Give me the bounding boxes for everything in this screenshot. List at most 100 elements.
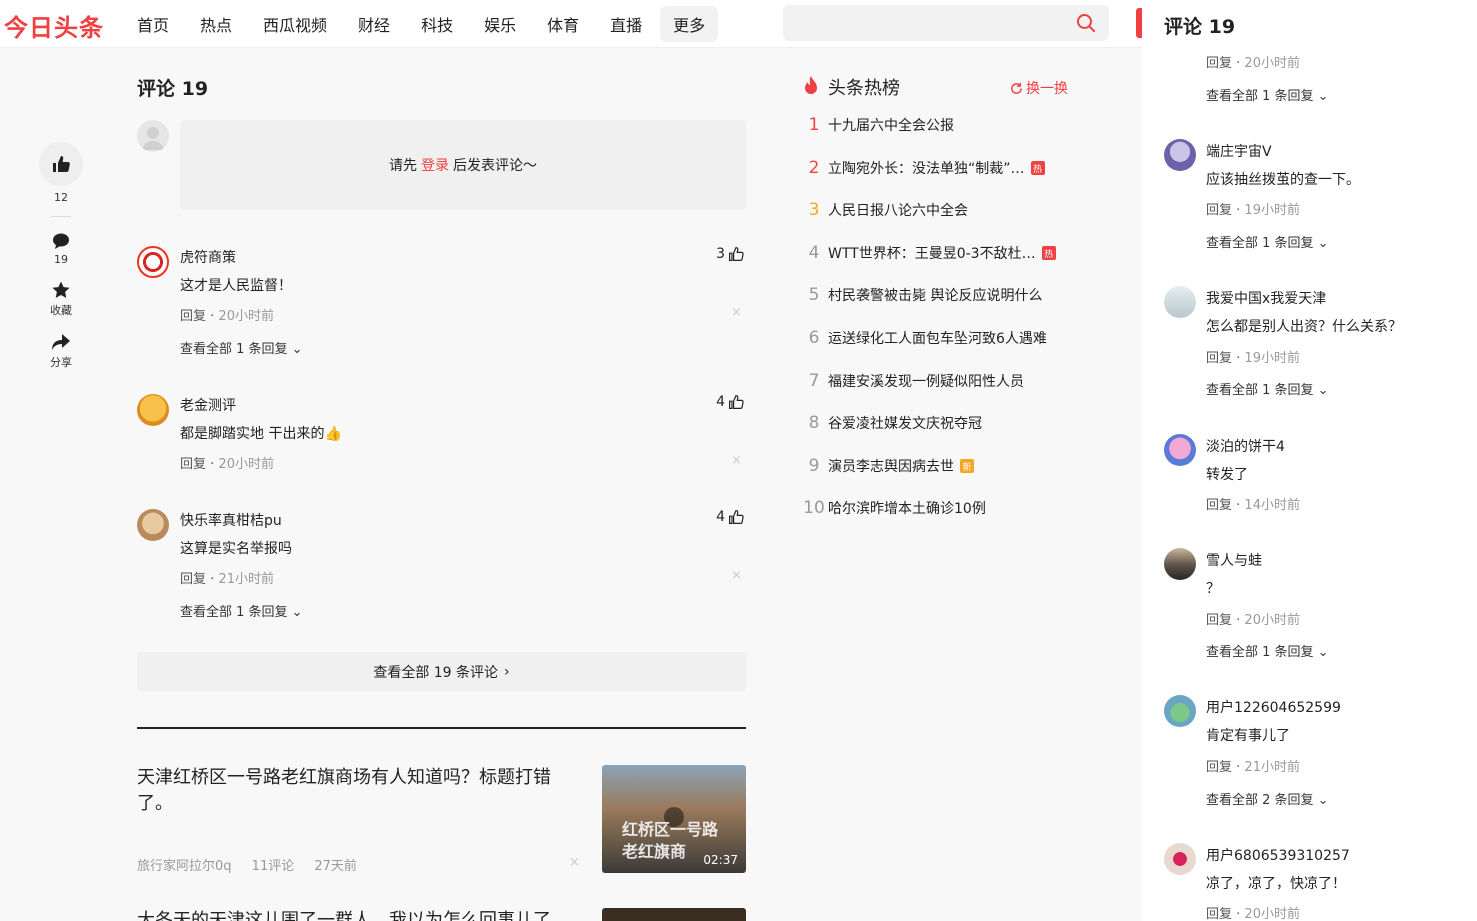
- comment-like-count: 3: [716, 246, 725, 262]
- favorite-button[interactable]: 收藏: [38, 280, 84, 318]
- feed-title[interactable]: 大冬天的天津这儿围了一群人，我以为怎么回事儿了: [137, 908, 567, 921]
- comment-author[interactable]: 老金测评: [180, 395, 236, 415]
- dismiss-icon[interactable]: ×: [731, 568, 742, 583]
- reply-button[interactable]: 回复: [1206, 498, 1232, 513]
- hot-text[interactable]: 哈尔滨昨增本土确诊10例: [828, 498, 986, 518]
- avatar[interactable]: [137, 394, 169, 426]
- chevron-down-icon: ⌄: [1313, 645, 1329, 660]
- reply-button[interactable]: 回复: [1206, 613, 1232, 628]
- reply-button[interactable]: 回复: [1206, 907, 1232, 921]
- hot-text[interactable]: 人民日报八论六中全会: [828, 200, 968, 220]
- refresh-button[interactable]: 换一换: [1010, 78, 1068, 98]
- hot-list-item[interactable]: 10 哈尔滨昨增本土确诊10例: [800, 496, 1070, 520]
- reply-button[interactable]: 回复: [1206, 203, 1232, 218]
- view-replies-button[interactable]: 查看全部 2 条回复 ⌄: [1206, 789, 1329, 808]
- hot-text[interactable]: 演员李志舆因病去世: [828, 456, 954, 476]
- nav-entertainment[interactable]: 娱乐: [471, 6, 529, 42]
- nav-hot[interactable]: 热点: [187, 6, 245, 42]
- dismiss-icon[interactable]: ×: [569, 855, 580, 870]
- hot-text[interactable]: 十九届六中全会公报: [828, 115, 954, 135]
- nav-finance[interactable]: 财经: [345, 6, 403, 42]
- view-replies-button[interactable]: 查看全部 1 条回复 ⌄: [1206, 641, 1329, 660]
- hot-list-item[interactable]: 6 运送绿化工人面包车坠河致6人遇难: [800, 326, 1070, 350]
- reply-button[interactable]: 回复: [180, 309, 206, 324]
- comment-text: 转发了: [1206, 467, 1248, 483]
- hot-list-item[interactable]: 8 谷爱凌社媒发文庆祝夺冠: [800, 411, 1070, 435]
- comment-time: 21小时前: [1244, 760, 1300, 775]
- hot-list-item[interactable]: 3 人民日报八论六中全会: [800, 198, 1070, 222]
- comment-author[interactable]: 用户122604652599: [1206, 697, 1341, 717]
- reply-button[interactable]: 回复: [180, 572, 206, 587]
- nav-live[interactable]: 直播: [597, 6, 655, 42]
- hot-list-item[interactable]: 2 立陶宛外长：没法单独“制裁”… 热: [800, 156, 1070, 180]
- reply-button[interactable]: 回复: [1206, 56, 1232, 71]
- comment-author[interactable]: 快乐率真柑桔pu: [180, 510, 282, 530]
- comment-login-box[interactable]: 请先 登录 后发表评论～: [180, 120, 746, 210]
- nav-home[interactable]: 首页: [124, 6, 182, 42]
- avatar[interactable]: [1164, 139, 1196, 171]
- comment-like-button[interactable]: 4: [716, 509, 744, 525]
- avatar[interactable]: [137, 246, 169, 278]
- comment-drawer: 评论 19 回复 · 20小时前 查看全部 1 条回复 ⌄ 端庄宇宙V 应该抽丝…: [1142, 0, 1477, 921]
- comment-author[interactable]: 雪人与蛙: [1206, 550, 1262, 570]
- hot-text[interactable]: 谷爱凌社媒发文庆祝夺冠: [828, 413, 982, 433]
- view-replies-button[interactable]: 查看全部 1 条回复 ⌄: [1206, 85, 1329, 104]
- comment-text: 这算是实名举报吗: [180, 541, 292, 557]
- hot-list-item[interactable]: 5 村民袭警被击毙 舆论反应说明什么: [800, 283, 1070, 307]
- feed-card[interactable]: 天津红桥区一号路老红旗商场有人知道吗？标题打错了。 旅行家阿拉尔0q 11评论 …: [137, 765, 746, 875]
- like-button[interactable]: [39, 142, 83, 186]
- comment-author[interactable]: 虎符商策: [180, 247, 236, 267]
- hot-list-item[interactable]: 7 福建安溪发现一例疑似阳性人员: [800, 369, 1070, 393]
- share-button[interactable]: 分享: [38, 332, 84, 370]
- comment-author[interactable]: 用户6806539310257: [1206, 845, 1350, 865]
- reply-button[interactable]: 回复: [1206, 760, 1232, 775]
- comment-count: 19: [54, 253, 68, 266]
- view-replies-button[interactable]: 查看全部 1 条回复 ⌄: [1206, 379, 1329, 398]
- hot-rank: 8: [808, 413, 820, 433]
- hot-text[interactable]: 村民袭警被击毙 舆论反应说明什么: [828, 285, 1042, 305]
- avatar[interactable]: [1164, 286, 1196, 318]
- comment-author[interactable]: 我爱中国x我爱天津: [1206, 288, 1326, 308]
- comment-like-button[interactable]: 3: [716, 246, 744, 262]
- feed-title[interactable]: 天津红桥区一号路老红旗商场有人知道吗？标题打错了。: [137, 765, 567, 817]
- video-thumbnail[interactable]: [602, 908, 746, 921]
- site-logo[interactable]: 今日头条: [4, 8, 104, 43]
- hot-list-item[interactable]: 9 演员李志舆因病去世新: [800, 454, 1070, 478]
- nav-xigua[interactable]: 西瓜视频: [250, 6, 340, 42]
- comment-author[interactable]: 端庄宇宙V: [1206, 141, 1272, 161]
- dismiss-icon[interactable]: ×: [731, 305, 742, 320]
- view-replies-button[interactable]: 查看全部 1 条回复 ⌄: [180, 338, 303, 357]
- dismiss-icon[interactable]: ×: [731, 453, 742, 468]
- hot-list-item[interactable]: 1 十九届六中全会公报: [800, 113, 1070, 137]
- nav-more[interactable]: 更多: [660, 6, 719, 42]
- chevron-down-icon: ⌄: [1313, 89, 1329, 104]
- hot-text[interactable]: 福建安溪发现一例疑似阳性人员: [828, 371, 1024, 391]
- view-all-comments-button[interactable]: 查看全部 19 条评论 ›: [137, 652, 746, 691]
- nav-sports[interactable]: 体育: [534, 6, 592, 42]
- avatar[interactable]: [1164, 843, 1196, 875]
- nav-tech[interactable]: 科技: [408, 6, 466, 42]
- feed-author[interactable]: 旅行家阿拉尔0q: [137, 859, 232, 874]
- hot-text[interactable]: 立陶宛外长：没法单独“制裁”…: [828, 158, 1025, 178]
- video-thumbnail[interactable]: 红桥区一号路 老红旗商 02:37: [602, 765, 746, 873]
- reply-button[interactable]: 回复: [180, 457, 206, 472]
- hot-rank: 10: [803, 498, 825, 518]
- avatar[interactable]: [1164, 548, 1196, 580]
- search-icon[interactable]: [1076, 13, 1096, 33]
- view-replies-button[interactable]: 查看全部 1 条回复 ⌄: [1206, 232, 1329, 251]
- view-replies-button[interactable]: 查看全部 1 条回复 ⌄: [180, 601, 303, 620]
- hot-text[interactable]: WTT世界杯：王曼昱0-3不敌杜…: [828, 243, 1036, 263]
- comment-button[interactable]: 19: [38, 231, 84, 266]
- comment-author[interactable]: 淡泊的饼干4: [1206, 436, 1285, 456]
- hot-list-item[interactable]: 4 WTT世界杯：王曼昱0-3不敌杜… 热: [800, 241, 1070, 265]
- avatar[interactable]: [137, 509, 169, 541]
- reply-button[interactable]: 回复: [1206, 351, 1232, 366]
- avatar[interactable]: [1164, 434, 1196, 466]
- hot-text[interactable]: 运送绿化工人面包车坠河致6人遇难: [828, 328, 1047, 348]
- avatar[interactable]: [1164, 695, 1196, 727]
- comment-like-button[interactable]: 4: [716, 394, 744, 410]
- search-input[interactable]: [783, 5, 1109, 41]
- comment-time: 19小时前: [1244, 203, 1300, 218]
- comments-title: 评论 19: [137, 78, 209, 100]
- login-link[interactable]: 登录: [421, 155, 449, 175]
